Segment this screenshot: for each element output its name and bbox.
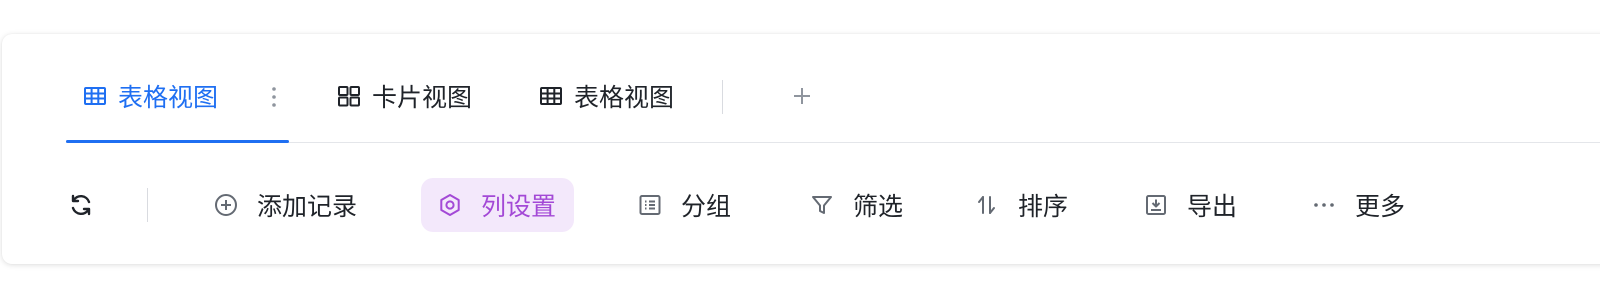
filter-funnel-icon — [809, 192, 835, 218]
tabs-bottom-border — [66, 142, 1600, 143]
plus-circle-icon — [213, 192, 239, 218]
horizontal-dots-icon — [1311, 192, 1337, 218]
column-settings-label: 列设置 — [481, 192, 557, 221]
export-icon — [1143, 192, 1169, 218]
active-tab-indicator — [66, 140, 289, 143]
view-panel: 表格视图 卡片视图 表格视图 添加记录 列设置 分组 筛选 排序 导出 更多 — [2, 34, 1600, 264]
table-grid-icon — [538, 83, 564, 109]
export-label: 导出 — [1187, 192, 1238, 221]
toolbar: 添加记录 列设置 分组 筛选 排序 导出 更多 — [2, 175, 1600, 235]
more-label: 更多 — [1355, 192, 1406, 221]
filter-button[interactable]: 筛选 — [809, 175, 903, 235]
tab-label: 表格视图 — [118, 83, 219, 112]
view-tabs: 表格视图 卡片视图 表格视图 — [2, 34, 1600, 143]
group-list-icon — [637, 192, 663, 218]
filter-label: 筛选 — [853, 192, 904, 221]
tab-table-view-2[interactable]: 表格视图 — [538, 78, 674, 114]
sort-label: 排序 — [1018, 192, 1069, 221]
refresh-icon[interactable] — [66, 190, 96, 220]
add-record-label: 添加记录 — [257, 192, 358, 221]
toolbar-divider — [147, 188, 148, 222]
export-button[interactable]: 导出 — [1143, 175, 1237, 235]
column-settings-button[interactable]: 列设置 — [421, 178, 575, 232]
plus-icon[interactable] — [788, 82, 816, 110]
tab-divider — [722, 80, 723, 114]
sort-arrows-icon — [974, 192, 1000, 218]
group-button[interactable]: 分组 — [637, 175, 731, 235]
more-button[interactable]: 更多 — [1311, 175, 1405, 235]
vertical-dots-icon[interactable] — [264, 82, 284, 112]
gear-icon — [437, 192, 463, 218]
table-grid-icon — [82, 83, 108, 109]
tab-card-view[interactable]: 卡片视图 — [336, 78, 472, 114]
group-label: 分组 — [681, 192, 732, 221]
sort-button[interactable]: 排序 — [974, 175, 1068, 235]
tab-label: 表格视图 — [574, 83, 675, 112]
tab-table-view-1[interactable]: 表格视图 — [82, 78, 218, 114]
tab-label: 卡片视图 — [372, 83, 473, 112]
card-grid-icon — [336, 83, 362, 109]
add-record-button[interactable]: 添加记录 — [213, 175, 357, 235]
